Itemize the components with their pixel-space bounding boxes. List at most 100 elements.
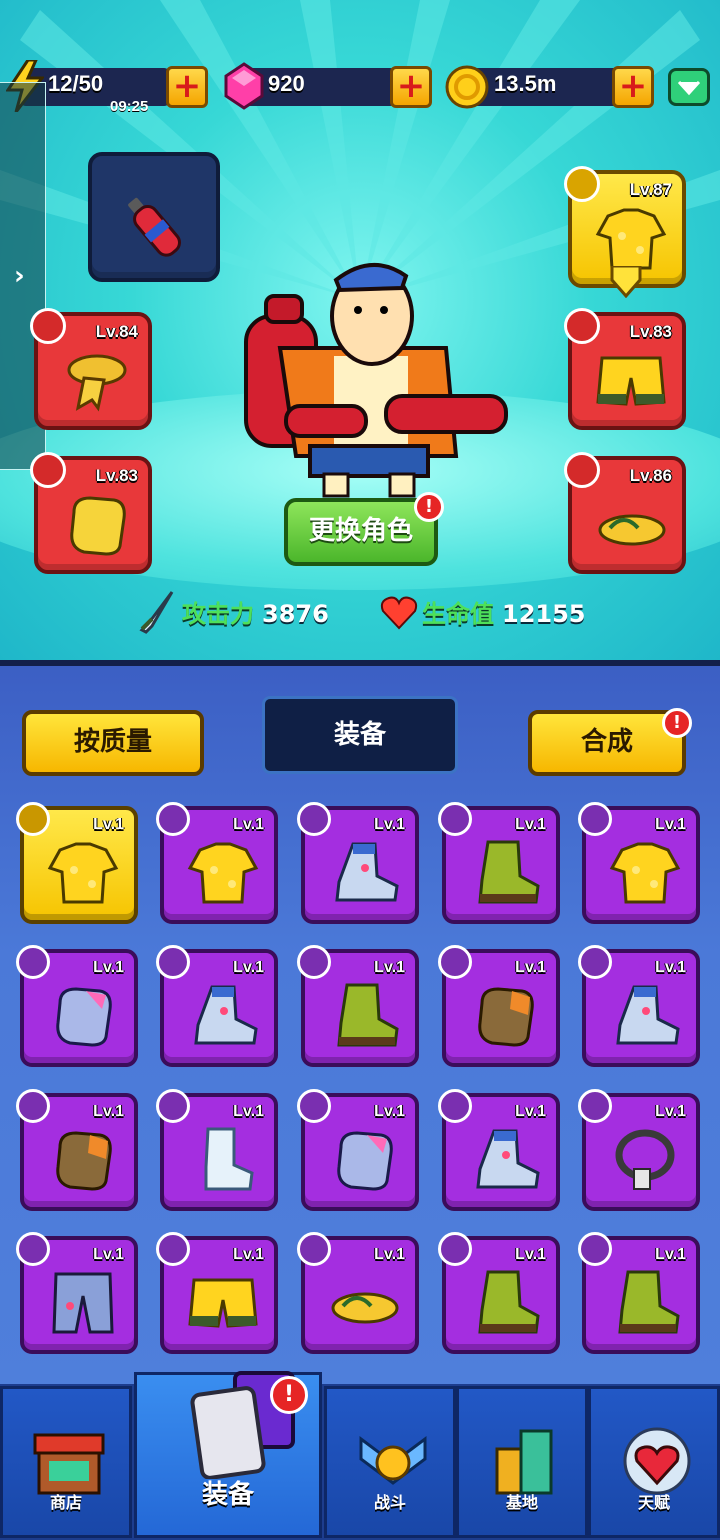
inventory-item[interactable]: Lv.1	[578, 1089, 700, 1211]
nav-battle-label: 战斗	[373, 1493, 406, 1512]
inventory-item[interactable]: Lv.1	[156, 945, 278, 1067]
shorts-icon	[596, 356, 666, 406]
coin-value: 13.5m	[494, 71, 557, 96]
nav-shop[interactable]: 商店	[0, 1386, 132, 1538]
shorts-level: Lv.83	[629, 322, 672, 341]
attack-stat: 攻击力 3876	[182, 594, 329, 632]
shirt-category-icon	[156, 802, 190, 836]
item-level: Lv.1	[93, 959, 124, 976]
inventory-item[interactable]: Lv.1	[297, 1232, 419, 1354]
boot-green-icon	[337, 983, 399, 1047]
gem-icon	[224, 62, 264, 110]
chevron-down-icon	[677, 80, 701, 96]
boot-green-icon	[478, 840, 540, 904]
sock-icon	[204, 1127, 254, 1191]
pants-blue-icon	[52, 1272, 114, 1334]
equipped-necklace-slot[interactable]: Lv.84	[30, 308, 152, 430]
glove-level: Lv.83	[95, 466, 138, 485]
nav-base-label: 基地	[505, 1493, 538, 1512]
nav-battle[interactable]: 战斗	[324, 1386, 456, 1538]
nav-shop-label: 商店	[49, 1493, 82, 1512]
pants-category-icon	[16, 1232, 50, 1266]
inventory-item[interactable]: Lv.1	[578, 1232, 700, 1354]
shirt-icon	[47, 842, 119, 904]
tab-equipment[interactable]: 装备	[262, 696, 458, 774]
weapon-slot[interactable]	[88, 152, 220, 282]
sword-icon	[139, 591, 174, 634]
item-level: Lv.1	[374, 959, 405, 976]
shorts-category-icon	[564, 308, 600, 344]
inventory-item[interactable]: Lv.1	[297, 802, 419, 924]
change-character-alert-badge: !	[414, 492, 444, 522]
flipflop-icon	[598, 514, 666, 546]
inventory-item[interactable]: Lv.1	[156, 802, 278, 924]
add-coins-button[interactable]: +	[612, 66, 654, 108]
inventory-item[interactable]: Lv.1	[297, 1089, 419, 1211]
boot-category-icon	[578, 1232, 612, 1266]
inventory-panel: 按质量 装备 合成 ! Lv.1 Lv.1 Lv.1 Lv.1 Lv.1 Lv.1 Lv.1…	[0, 660, 720, 1384]
inventory-item[interactable]: Lv.1	[438, 1089, 560, 1211]
attack-label: 攻击力	[182, 600, 254, 628]
inventory-item[interactable]: Lv.1	[16, 802, 138, 924]
inventory-item[interactable]: Lv.1	[438, 945, 560, 1067]
shoe-blue-icon	[476, 1129, 540, 1189]
shirt-category-icon	[564, 166, 600, 202]
equipped-shorts-slot[interactable]: Lv.83	[564, 308, 686, 430]
item-level: Lv.1	[515, 816, 546, 833]
nav-talent-label: 天赋	[637, 1493, 670, 1512]
glove-category-icon	[16, 1089, 50, 1123]
necklace-level: Lv.84	[95, 322, 138, 341]
sort-by-quality-button[interactable]: 按质量	[22, 710, 204, 776]
inventory-item[interactable]: Lv.1	[438, 1232, 560, 1354]
inventory-item[interactable]: Lv.1	[578, 945, 700, 1067]
coin-icon	[445, 65, 489, 109]
hp-value: 12155	[502, 600, 586, 628]
inventory-item[interactable]: Lv.1	[16, 1232, 138, 1354]
item-level: Lv.1	[233, 959, 264, 976]
nav-base[interactable]: 基地	[456, 1386, 588, 1538]
equipped-glove-slot[interactable]: Lv.83	[30, 452, 152, 574]
boot-category-icon	[438, 802, 472, 836]
equipped-shoes-slot[interactable]: Lv.86	[564, 452, 686, 574]
boot-category-icon	[297, 945, 331, 979]
item-level: Lv.1	[93, 1103, 124, 1120]
cola-bottle-icon	[128, 197, 181, 257]
heart-icon	[380, 596, 418, 630]
glove-orange-icon	[478, 987, 534, 1047]
inventory-item[interactable]: Lv.1	[297, 945, 419, 1067]
inventory-item[interactable]: Lv.1	[16, 945, 138, 1067]
item-level: Lv.1	[93, 816, 124, 833]
add-gems-button[interactable]: +	[390, 66, 432, 108]
sock-category-icon	[156, 1089, 190, 1123]
boot-category-icon	[438, 1232, 472, 1266]
shoe-category-icon	[156, 945, 190, 979]
inventory-item[interactable]: Lv.1	[16, 1089, 138, 1211]
shirt-icon	[609, 842, 681, 904]
glove-blue-icon	[56, 987, 112, 1047]
add-energy-button[interactable]: +	[166, 66, 208, 108]
item-level: Lv.1	[655, 959, 686, 976]
item-level: Lv.1	[515, 1246, 546, 1263]
inventory-item[interactable]: Lv.1	[438, 802, 560, 924]
glove-orange-icon	[56, 1131, 112, 1191]
gem-value: 920	[268, 71, 305, 96]
inventory-item[interactable]: Lv.1	[156, 1232, 278, 1354]
item-level: Lv.1	[655, 1103, 686, 1120]
character-avatar	[244, 263, 508, 498]
nav-talent[interactable]: 天赋	[588, 1386, 720, 1538]
shirt-level: Lv.87	[629, 180, 672, 199]
shirt-category-icon	[578, 802, 612, 836]
shoe-category-icon	[438, 1089, 472, 1123]
item-level: Lv.1	[515, 959, 546, 976]
attack-value: 3876	[262, 600, 329, 628]
item-level: Lv.1	[655, 816, 686, 833]
inventory-item[interactable]: Lv.1	[578, 802, 700, 924]
inventory-item[interactable]: Lv.1	[156, 1089, 278, 1211]
equipment-alert-badge: !	[270, 1376, 308, 1414]
hawaiian-shirt-icon	[595, 208, 667, 270]
shoes-level: Lv.86	[629, 466, 672, 485]
dropdown-menu-button[interactable]	[668, 68, 710, 106]
energy-timer: 09:25	[110, 98, 149, 115]
item-level: Lv.1	[233, 1246, 264, 1263]
flipflop-icon	[331, 1292, 399, 1324]
